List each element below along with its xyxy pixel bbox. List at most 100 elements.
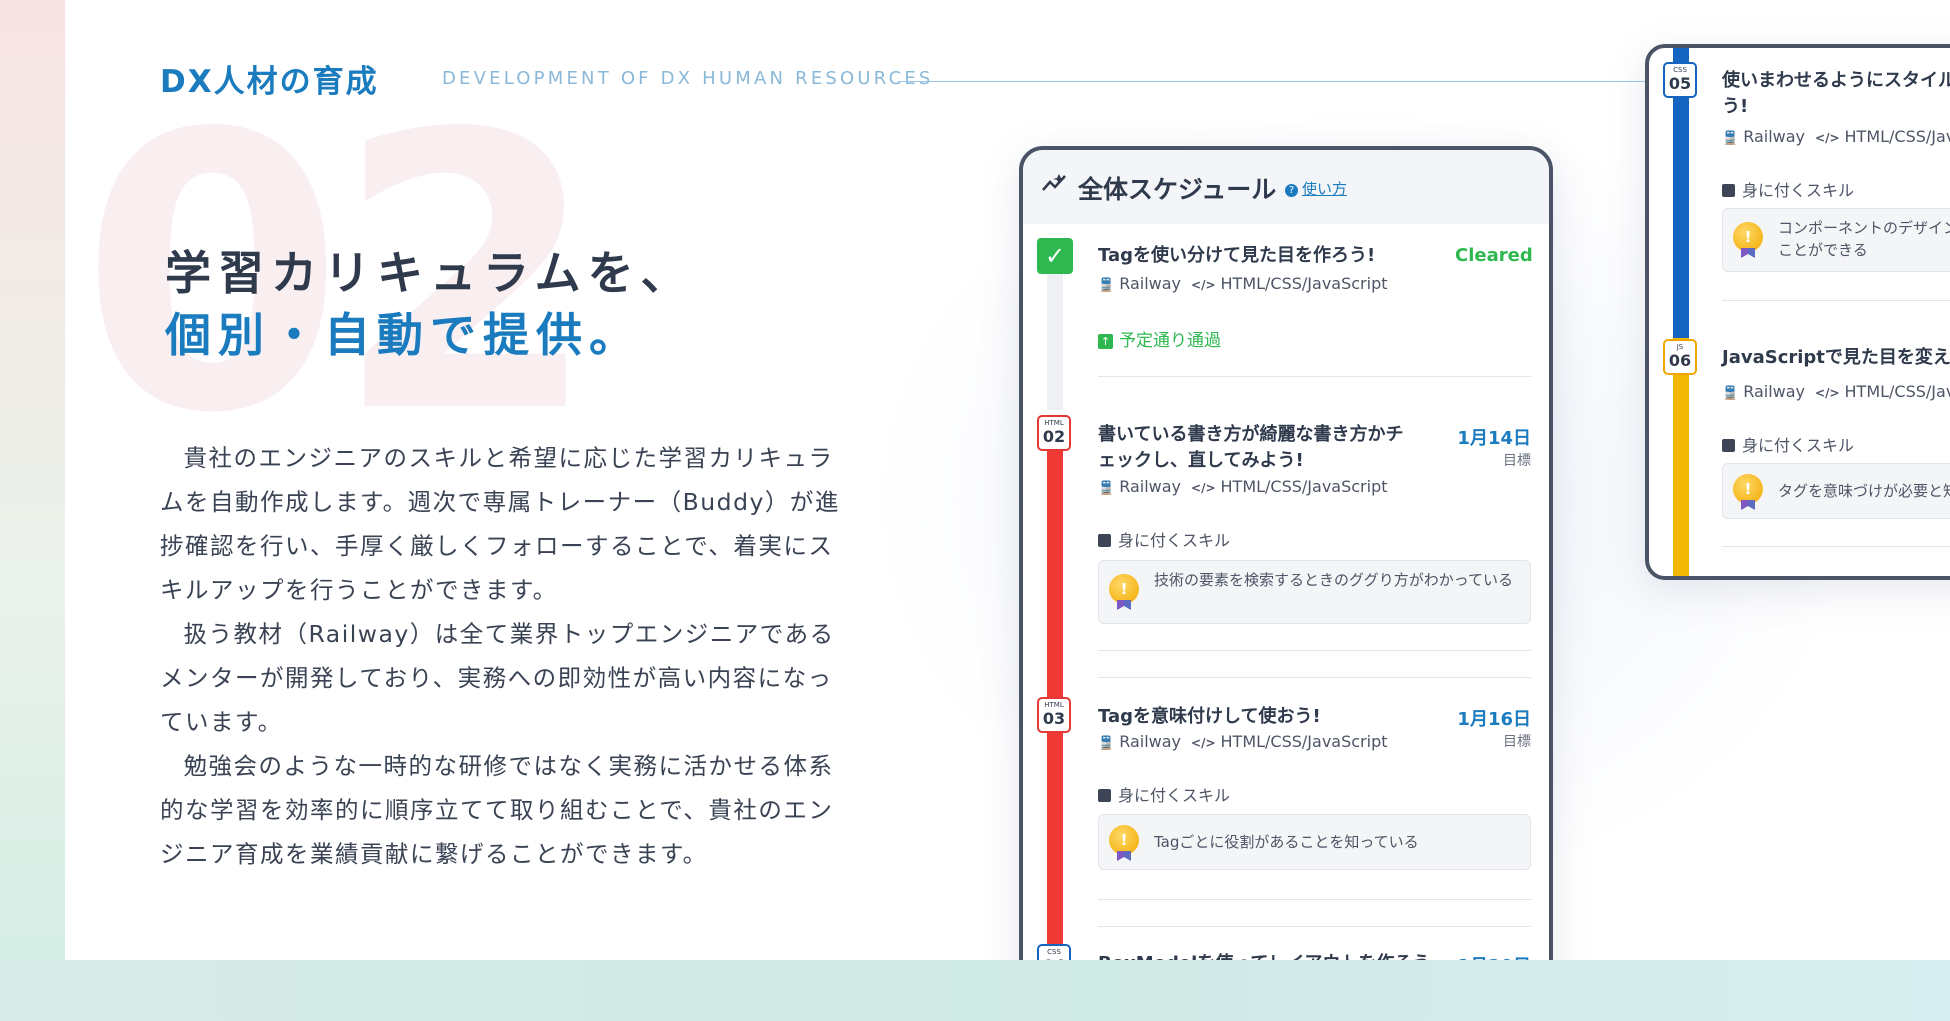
badge-number: 03: [1042, 709, 1066, 728]
medal-icon: !: [1733, 222, 1763, 252]
lesson-title[interactable]: JavaScriptで見た目を変えてみよう: [1722, 345, 1950, 371]
lesson-meta: 🚆 Railway </> HTML/CSS/JavaScript: [1722, 382, 1950, 401]
item-divider: [1098, 677, 1531, 678]
track-label: HTML/CSS/JavaScript: [1220, 477, 1388, 496]
item-divider: [1722, 300, 1950, 301]
skill-icon: [1722, 439, 1735, 452]
badge-number: 05: [1668, 74, 1692, 93]
skill-label: 身に付くスキル: [1098, 782, 1230, 806]
code-icon: </>: [1191, 481, 1216, 495]
lesson-title[interactable]: BoxModelを使ってレイアウトを作ろう: [1098, 951, 1438, 960]
cleared-check-icon: ✓: [1037, 238, 1073, 274]
lesson-badge: HTML 02: [1037, 415, 1071, 451]
arrow-up-icon: ↑: [1098, 334, 1113, 349]
schedule-title: 全体スケジュール: [1078, 175, 1277, 204]
skill-text: タグを意味づけが必要と知っている: [1778, 482, 1950, 500]
side-schedule-card: CSS 05 使いまわせるようにスタイルを当てよう! 🚆 Railway </> HT…: [1645, 44, 1950, 580]
section-subtitle: DEVELOPMENT OF DX HUMAN RESOURCES: [442, 68, 934, 89]
skill-label-text: 身に付くスキル: [1742, 436, 1855, 455]
skill-label-text: 身に付くスキル: [1742, 181, 1855, 200]
bottom-band: [0, 960, 1950, 1021]
help-icon: ?: [1285, 184, 1298, 197]
skill-text: 技術の要素を検索するときのググり方がわかっている: [1154, 571, 1513, 589]
skill-item: ! 技術の要素を検索するときのググり方がわかっている: [1098, 560, 1531, 624]
railway-label: Railway: [1743, 382, 1806, 401]
skill-label: 身に付くスキル: [1098, 527, 1230, 551]
skill-icon: [1098, 789, 1111, 802]
code-icon: </>: [1815, 386, 1840, 400]
item-divider: [1098, 926, 1531, 927]
schedule-header: 全体スケジュール ? 使い方: [1023, 150, 1549, 224]
skill-item: ! コンポーネントのデザインを簡単に起こすことができる: [1722, 208, 1950, 272]
help-link[interactable]: ? 使い方: [1285, 178, 1347, 199]
railway-icon: 🚆: [1098, 736, 1115, 751]
lesson-meta: 🚆 Railway </> HTML/CSS/JavaScript: [1098, 732, 1388, 751]
railway-label: Railway: [1119, 477, 1182, 496]
lesson-title[interactable]: 書いている書き方が綺麗な書き方かチェックし、直してみよう!: [1098, 422, 1418, 474]
skill-item: ! Tagごとに役割があることを知っている: [1098, 814, 1531, 870]
item-divider: [1098, 376, 1531, 377]
cleared-status: Cleared: [1455, 245, 1533, 266]
item-divider: [1098, 650, 1531, 651]
skill-label-text: 身に付くスキル: [1118, 786, 1231, 805]
lesson-badge: JS 06: [1663, 339, 1697, 375]
section-divider: [898, 81, 1698, 82]
skill-icon: [1722, 184, 1735, 197]
track-label: HTML/CSS/JavaScript: [1844, 382, 1950, 401]
railway-icon: 🚆: [1098, 278, 1115, 293]
body-paragraph-2: 扱う教材（Railway）は全て業界トップエンジニアであるメンターが開発しており…: [160, 620, 835, 736]
medal-icon: !: [1109, 574, 1139, 604]
on-schedule-note: ↑ 予定通り通過: [1098, 326, 1221, 351]
target-date: 1月14日: [1457, 428, 1531, 449]
track-label: HTML/CSS/JavaScript: [1220, 274, 1388, 293]
railway-icon: 🚆: [1722, 131, 1739, 146]
medal-icon: !: [1733, 474, 1763, 504]
target-date: 1月20日: [1457, 952, 1531, 960]
headline-line-1: 学習カリキュラムを、: [165, 246, 694, 300]
code-icon: </>: [1815, 131, 1840, 145]
pass-note-label: 予定通り通過: [1119, 331, 1221, 351]
skill-text: Tagごとに役割があることを知っている: [1154, 833, 1419, 851]
code-icon: </>: [1191, 736, 1216, 750]
schedule-icon: [1042, 174, 1066, 191]
lesson-badge: HTML 03: [1037, 697, 1071, 733]
headline-line-2: 個別・自動で提供。: [165, 308, 642, 362]
lesson-title[interactable]: Tagを意味付けして使おう!: [1098, 704, 1418, 730]
target-date: 1月16日: [1457, 709, 1531, 730]
item-divider: [1098, 899, 1531, 900]
item-divider: [1722, 546, 1950, 547]
content-panel: 02 DX人材の育成 DEVELOPMENT OF DX HUMAN RESOU…: [65, 0, 1950, 960]
railway-icon: 🚆: [1722, 386, 1739, 401]
target-label: 目標: [1503, 734, 1531, 750]
schedule-card: 全体スケジュール ? 使い方 ✓ Tagを使い分けて見た目を作ろう! Cleare…: [1019, 146, 1553, 960]
badge-number: 04: [1039, 957, 1069, 961]
left-gradient-strip: [0, 0, 65, 960]
skill-text: コンポーネントのデザインを簡単に起こすことができる: [1778, 219, 1950, 259]
target-label: 目標: [1503, 453, 1531, 469]
skill-icon: [1098, 534, 1111, 547]
skill-label: 身に付くスキル: [1722, 432, 1854, 456]
lesson-meta: 🚆 Railway </> HTML/CSS/JavaScript: [1722, 127, 1950, 146]
medal-icon: !: [1109, 825, 1139, 855]
railway-label: Railway: [1119, 732, 1182, 751]
body-text: 貴社のエンジニアのスキルと希望に応じた学習カリキュラムを自動作成します。週次で専…: [160, 436, 850, 876]
badge-number: 06: [1668, 351, 1692, 370]
track-label: HTML/CSS/JavaScript: [1220, 732, 1388, 751]
railway-label: Railway: [1119, 274, 1182, 293]
help-label: 使い方: [1302, 180, 1348, 198]
railway-icon: 🚆: [1098, 481, 1115, 496]
lesson-title[interactable]: Tagを使い分けて見た目を作ろう!: [1098, 243, 1428, 269]
headline: 学習カリキュラムを、 個別・自動で提供。: [165, 242, 694, 366]
lesson-meta: 🚆 Railway </> HTML/CSS/JavaScript: [1098, 477, 1388, 496]
railway-label: Railway: [1743, 127, 1806, 146]
lesson-badge: CSS 04: [1037, 944, 1071, 960]
lesson-badge: CSS 05: [1663, 62, 1697, 98]
skill-label-text: 身に付くスキル: [1118, 531, 1231, 550]
section-title: DX人材の育成: [160, 64, 379, 100]
code-icon: </>: [1191, 278, 1216, 292]
lesson-title[interactable]: 使いまわせるようにスタイルを当てよう!: [1722, 68, 1950, 120]
track-label: HTML/CSS/JavaScript: [1844, 127, 1950, 146]
skill-label: 身に付くスキル: [1722, 177, 1854, 201]
lesson-meta: 🚆 Railway </> HTML/CSS/JavaScript: [1098, 274, 1388, 293]
badge-number: 02: [1042, 427, 1066, 446]
